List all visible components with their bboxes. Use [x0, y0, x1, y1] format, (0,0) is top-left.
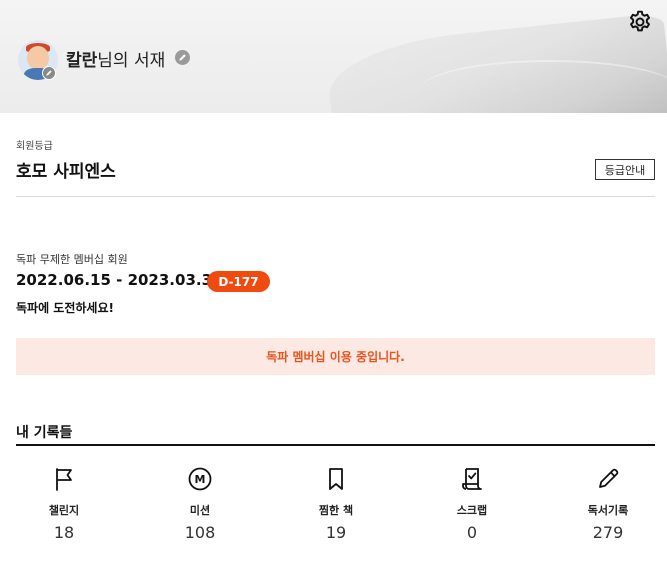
grade-guide-button[interactable]: 등급안내 [595, 159, 655, 180]
avatar-edit-pencil-icon[interactable] [42, 66, 56, 80]
user-name: 칼란 [66, 51, 98, 71]
grade-name: 호모 사피엔스 [16, 162, 116, 182]
record-wishlist[interactable]: 찜한 책 19 [288, 466, 384, 546]
challenge-prompt: 독파에 도전하세요! [16, 301, 114, 315]
book-page-edge [420, 60, 667, 113]
record-value: 0 [466, 523, 478, 542]
record-challenge[interactable]: 챌린지 18 [16, 466, 112, 546]
record-value: 108 [184, 523, 216, 542]
record-label: 챌린지 [48, 504, 80, 517]
section-divider [16, 196, 655, 197]
flag-icon [56, 468, 72, 491]
scrap-icon [462, 468, 482, 490]
bookmark-icon [329, 468, 343, 490]
record-value: 279 [592, 523, 624, 542]
record-value: 18 [53, 523, 75, 542]
records-title: 내 기록들 [16, 425, 73, 441]
gear-icon[interactable] [627, 9, 653, 35]
membership-notice-banner: 독파 멤버십 이용 중입니다. [16, 338, 655, 375]
record-value: 19 [325, 523, 347, 542]
shelf-title: 칼란님의 서재 [66, 46, 165, 71]
record-reading-log[interactable]: 독서기록 279 [560, 466, 656, 546]
record-scrap[interactable]: 스크랩 0 [424, 466, 520, 546]
dday-badge: D-177 [207, 271, 270, 292]
record-label: 찜한 책 [318, 504, 354, 517]
record-label: 스크랩 [456, 504, 488, 517]
grade-label: 회원등급 [16, 141, 53, 152]
record-label: 미션 [189, 504, 211, 517]
records-divider [16, 444, 655, 446]
record-label: 독서기록 [587, 504, 629, 517]
title-edit-pencil-icon[interactable] [175, 50, 190, 65]
membership-label: 독파 무제한 멤버십 회원 [16, 253, 128, 266]
membership-period: 2022.06.15 - 2023.03.31 [16, 271, 223, 289]
mission-icon: M [188, 467, 212, 491]
pencil-icon [599, 468, 619, 488]
record-mission[interactable]: M 미션 108 [152, 466, 248, 546]
shelf-suffix: 님의 서재 [97, 51, 166, 71]
svg-text:M: M [195, 473, 206, 486]
